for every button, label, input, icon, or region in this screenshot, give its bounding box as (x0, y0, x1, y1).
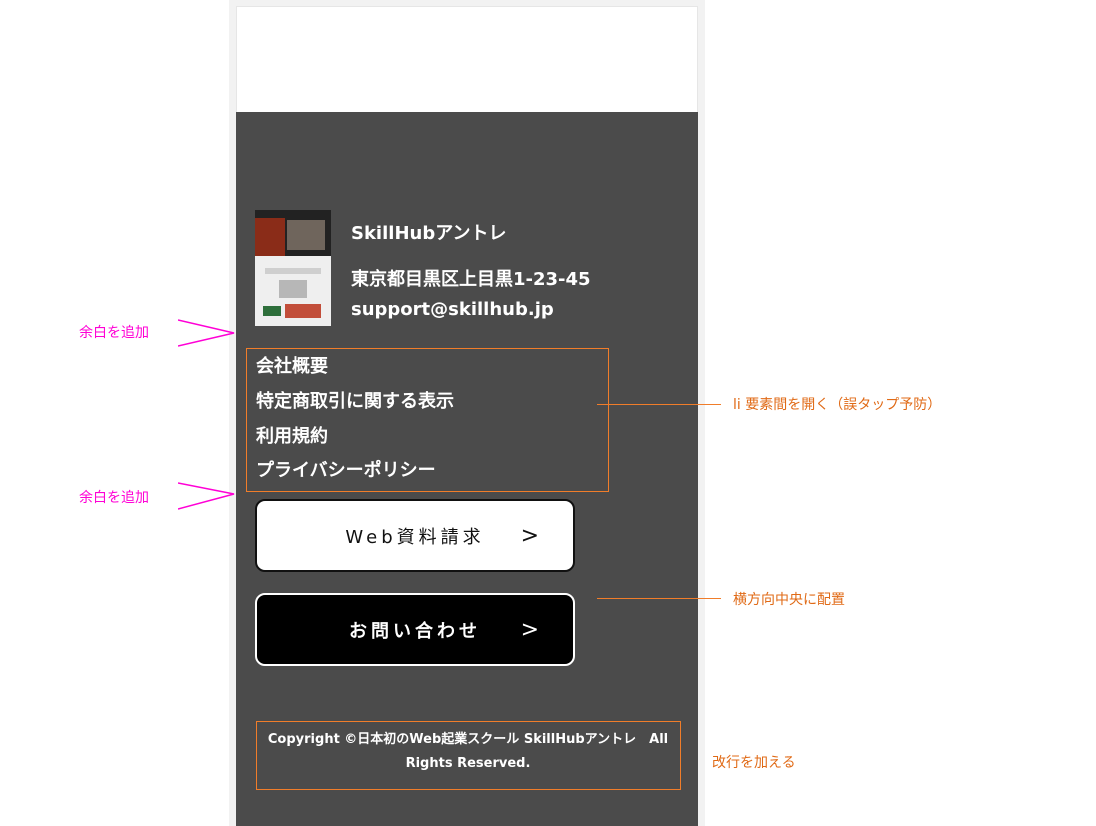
annotation-line-break: 改行を加える (712, 755, 796, 771)
footer-link-privacy[interactable]: プライバシーポリシー (256, 456, 436, 482)
chevron-right-icon: > (520, 523, 539, 548)
annotation-center: 横方向中央に配置 (733, 592, 845, 608)
company-email[interactable]: support@skillhub.jp (351, 299, 554, 320)
thumbnail-header (255, 210, 331, 256)
annotation-line-li-spacing (597, 404, 721, 405)
company-address: 東京都目黒区上目黒1-23-45 (351, 269, 591, 290)
footer-link-legal[interactable]: 特定商取引に関する表示 (256, 387, 454, 413)
footer-link-terms[interactable]: 利用規約 (256, 422, 328, 448)
thumbnail-figure (279, 280, 307, 298)
annotation-margin-bottom: 余白を追加 (79, 490, 149, 506)
thumbnail-red-banner (285, 304, 321, 318)
copyright-text: Copyright ©日本初のWeb起業スクール SkillHubアントレ Al… (258, 728, 678, 776)
thumbnail-green-block (263, 306, 281, 316)
arrow-margin-bottom-icon (178, 482, 235, 510)
arrow-margin-top-icon (178, 319, 235, 347)
contact-button[interactable]: お問い合わせ > (255, 593, 575, 666)
web-materials-label: Web資料請求 (345, 526, 485, 548)
annotation-line-center (597, 598, 721, 599)
thumbnail-body (255, 256, 331, 326)
annotation-margin-top: 余白を追加 (79, 325, 149, 341)
thumbnail-line (265, 268, 321, 274)
thumbnail-photo (287, 220, 325, 250)
company-thumbnail (255, 210, 331, 326)
annotation-li-spacing: li 要素間を開く（誤タップ予防） (733, 397, 942, 413)
footer-link-company[interactable]: 会社概要 (256, 352, 328, 378)
thumbnail-red-block (255, 218, 285, 256)
copyright-line-1: Copyright ©日本初のWeb起業スクール SkillHubアントレ Al… (267, 732, 669, 747)
chevron-right-icon: > (520, 617, 539, 642)
web-materials-button[interactable]: Web資料請求 > (255, 499, 575, 572)
contact-label: お問い合わせ (349, 620, 481, 642)
company-name: SkillHubアントレ (351, 223, 507, 244)
copyright-line-2: Rights Reserved. (405, 756, 531, 771)
